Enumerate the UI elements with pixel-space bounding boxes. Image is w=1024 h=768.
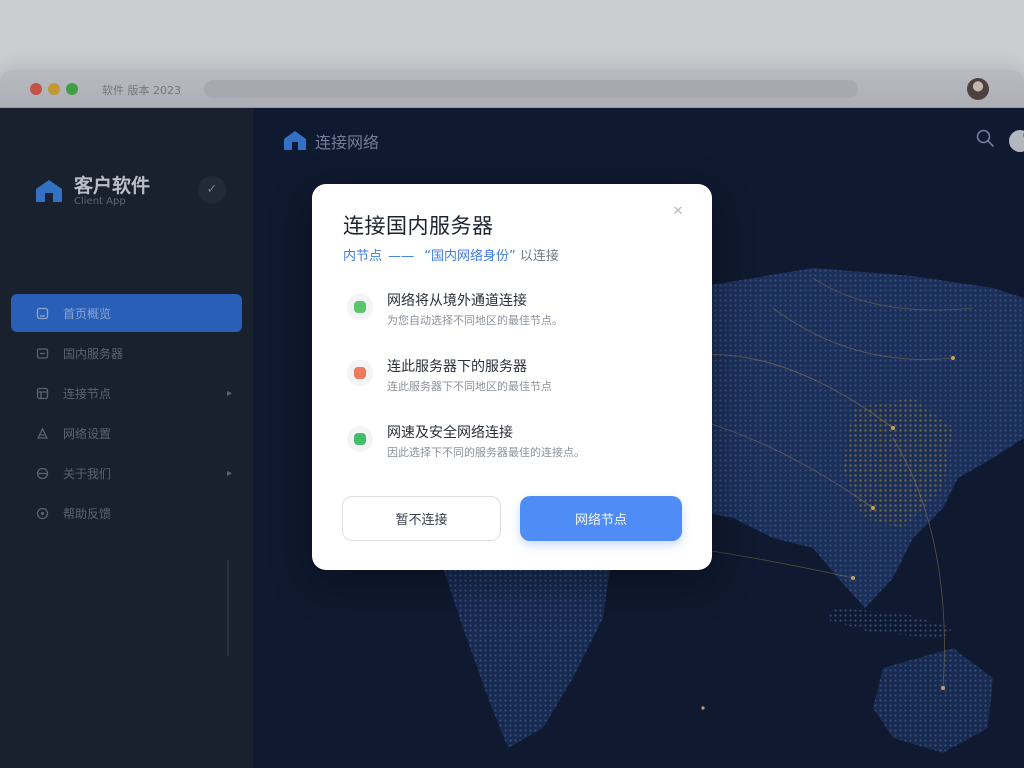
status-dot-icon xyxy=(347,360,373,386)
sidebar-item-help[interactable]: 帮助反馈 xyxy=(11,494,242,532)
sidebar-item-label: 连接节点 xyxy=(63,386,112,401)
check-icon: ✓ xyxy=(206,182,218,197)
collapse-sidebar-button[interactable]: ✓ xyxy=(198,176,226,204)
sidebar-item-label: 网络设置 xyxy=(63,426,112,441)
option-title: 网速及安全网络连接 xyxy=(387,425,513,441)
subtitle-dash: —— xyxy=(388,249,415,264)
window-title: 软件 版本 2023 xyxy=(102,84,181,97)
search-icon[interactable] xyxy=(975,128,995,148)
subtitle-quote: “国内网络身份” xyxy=(424,249,516,264)
sidebar-item-label: 国内服务器 xyxy=(63,346,124,361)
sidebar-item-label: 首页概览 xyxy=(63,306,112,321)
chevron-right-icon: ▸ xyxy=(226,467,232,479)
option-title: 连此服务器下的服务器 xyxy=(387,359,527,375)
subtitle-lead: 内节点 xyxy=(343,249,383,264)
option-secure-connection[interactable]: 网速及安全网络连接 因此选择下不同的服务器最佳的连接点。 xyxy=(343,420,683,472)
node-icon xyxy=(35,386,49,400)
sidebar-item-nodes[interactable]: 连接节点 ▸ xyxy=(11,374,242,412)
sidebar-item-servers[interactable]: 国内服务器 xyxy=(11,334,242,372)
sidebar-nav: 首页概览 国内服务器 连接节点 ▸ 网络设置 关于我们 ▸ 帮助反馈 xyxy=(11,294,242,534)
app-logo-icon xyxy=(284,131,306,150)
chevron-right-icon: ▸ xyxy=(226,387,232,399)
title-bar: 软件 版本 2023 xyxy=(0,70,1024,108)
address-bar[interactable] xyxy=(204,80,858,98)
option-description: 因此选择下不同的服务器最佳的连接点。 xyxy=(387,446,585,459)
globe-icon xyxy=(35,466,49,480)
cancel-button[interactable]: 暂不连接 xyxy=(342,496,501,541)
brand-name: 客户软件 xyxy=(74,175,151,197)
notification-icon[interactable] xyxy=(1009,130,1024,152)
brand-logo-icon xyxy=(36,180,62,202)
sidebar-item-settings[interactable]: 网络设置 xyxy=(11,414,242,452)
option-description: 连此服务器下不同地区的最佳节点 xyxy=(387,380,552,393)
option-description: 为您自动选择不同地区的最佳节点。 xyxy=(387,314,563,327)
option-title: 网络将从境外通道连接 xyxy=(387,293,527,309)
close-icon[interactable]: ✕ xyxy=(670,204,686,220)
home-icon xyxy=(35,306,49,320)
dialog-subtitle: 内节点 —— “国内网络身份” 以连接 xyxy=(343,245,559,264)
sidebar-item-about[interactable]: 关于我们 ▸ xyxy=(11,454,242,492)
option-overseas-route[interactable]: 网络将从境外通道连接 为您自动选择不同地区的最佳节点。 xyxy=(343,288,683,340)
confirm-button[interactable]: 网络节点 xyxy=(520,496,682,541)
settings-icon xyxy=(35,426,49,440)
sidebar-item-home[interactable]: 首页概览 xyxy=(11,294,242,332)
status-dot-icon xyxy=(347,426,373,452)
sidebar: 客户软件 Client App ✓ 首页概览 国内服务器 连接节点 ▸ 网络设置… xyxy=(0,108,253,768)
server-icon xyxy=(35,346,49,360)
sidebar-item-label: 帮助反馈 xyxy=(63,506,112,521)
close-window-button[interactable] xyxy=(30,83,42,95)
brand-subtitle: Client App xyxy=(74,196,126,207)
status-dot-icon xyxy=(347,294,373,320)
option-sub-server[interactable]: 连此服务器下的服务器 连此服务器下不同地区的最佳节点 xyxy=(343,354,683,406)
help-icon xyxy=(35,506,49,520)
connect-dialog: ✕ 连接国内服务器 内节点 —— “国内网络身份” 以连接 网络将从境外通道连接… xyxy=(312,184,712,570)
sidebar-scrollbar[interactable] xyxy=(227,560,229,656)
user-avatar[interactable] xyxy=(967,78,989,100)
sidebar-item-label: 关于我们 xyxy=(63,466,112,481)
dialog-title: 连接国内服务器 xyxy=(343,214,494,238)
subtitle-tail: 以连接 xyxy=(519,249,559,264)
main-title: 连接网络 xyxy=(315,133,380,152)
maximize-window-button[interactable] xyxy=(66,83,78,95)
minimize-window-button[interactable] xyxy=(48,83,60,95)
